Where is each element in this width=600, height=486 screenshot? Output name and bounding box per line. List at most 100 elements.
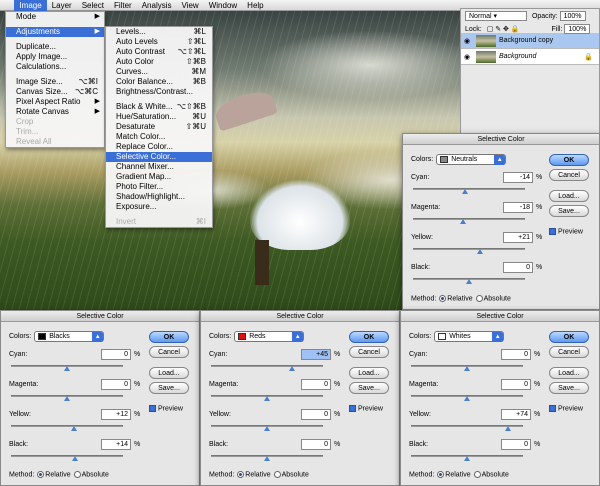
field-input[interactable]: +12 [101, 409, 131, 420]
field-input[interactable]: +74 [501, 409, 531, 420]
submenu-item-match-color[interactable]: Match Color... [106, 132, 212, 142]
submenu-item-brightness-contrast[interactable]: Brightness/Contrast... [106, 87, 212, 97]
load-button[interactable]: Load... [149, 367, 189, 379]
slider-knob[interactable] [464, 456, 470, 461]
absolute-radio[interactable] [73, 471, 81, 478]
preview-checkbox[interactable]: Preview [549, 405, 583, 412]
slider-knob[interactable] [464, 396, 470, 401]
field-input[interactable]: 0 [101, 349, 131, 360]
preview-checkbox[interactable]: Preview [549, 228, 583, 235]
submenu-item-black-white[interactable]: Black & White... ⌥⇧⌘B [106, 102, 212, 112]
submenu-item-gradient-map[interactable]: Gradient Map... [106, 172, 212, 182]
slider-track[interactable] [413, 248, 525, 250]
menu-item-pixel-aspect-ratio[interactable]: Pixel Aspect Ratio ▶ [6, 97, 104, 107]
submenu-item-selective-color[interactable]: Selective Color... [106, 152, 212, 162]
field-input[interactable]: +45 [301, 349, 331, 360]
menu-window[interactable]: Window [204, 0, 242, 11]
ok-button[interactable]: OK [349, 331, 389, 343]
menu-help[interactable]: Help [242, 0, 268, 11]
slider-track[interactable] [413, 218, 525, 220]
colors-dropdown[interactable]: Neutrals ▲ [436, 154, 507, 165]
colors-dropdown[interactable]: Whites ▲ [434, 331, 505, 342]
lock-icons[interactable]: ▢ ✎ ✥ 🔒 [487, 26, 520, 33]
slider-knob[interactable] [264, 396, 270, 401]
relative-radio[interactable] [37, 471, 45, 478]
field-input[interactable]: 0 [301, 379, 331, 390]
fill-input[interactable]: 100% [564, 24, 591, 34]
menu-item-canvas-size[interactable]: Canvas Size... ⌥⌘C [6, 87, 104, 97]
apple-icon[interactable] [0, 0, 14, 11]
ok-button[interactable]: OK [549, 331, 589, 343]
opacity-input[interactable]: 100% [559, 11, 586, 21]
slider-track[interactable] [11, 455, 123, 457]
load-button[interactable]: Load... [549, 367, 589, 379]
submenu-item-channel-mixer[interactable]: Channel Mixer... [106, 162, 212, 172]
preview-checkbox[interactable]: Preview [349, 405, 383, 412]
submenu-item-exposure[interactable]: Exposure... [106, 202, 212, 212]
slider-track[interactable] [413, 188, 525, 190]
cancel-button[interactable]: Cancel [549, 346, 589, 358]
submenu-item-auto-levels[interactable]: Auto Levels ⇧⌘L [106, 37, 212, 47]
blend-mode-select[interactable]: Normal ▾ [465, 11, 527, 21]
menu-filter[interactable]: Filter [109, 0, 137, 11]
slider-knob[interactable] [466, 279, 472, 284]
preview-checkbox[interactable]: Preview [149, 405, 183, 412]
menu-item-duplicate[interactable]: Duplicate... [6, 42, 104, 52]
field-input[interactable]: 0 [503, 262, 533, 273]
slider-knob[interactable] [264, 456, 270, 461]
slider-knob[interactable] [64, 396, 70, 401]
menu-item-image-size[interactable]: Image Size... ⌥⌘I [6, 77, 104, 87]
absolute-radio[interactable] [473, 471, 481, 478]
slider-knob[interactable] [460, 219, 467, 224]
load-button[interactable]: Load... [549, 190, 589, 202]
menu-select[interactable]: Select [77, 0, 109, 11]
load-button[interactable]: Load... [349, 367, 389, 379]
field-input[interactable]: +21 [503, 232, 533, 243]
slider-knob[interactable] [477, 249, 484, 254]
menu-image[interactable]: Image [14, 0, 47, 11]
menu-item-rotate-canvas[interactable]: Rotate Canvas ▶ [6, 107, 104, 117]
slider-track[interactable] [211, 365, 323, 367]
submenu-item-hue-saturation[interactable]: Hue/Saturation... ⌘U [106, 112, 212, 122]
field-input[interactable]: 0 [501, 379, 531, 390]
ok-button[interactable]: OK [549, 154, 589, 166]
menu-layer[interactable]: Layer [47, 0, 77, 11]
relative-radio[interactable] [439, 295, 447, 302]
submenu-item-auto-contrast[interactable]: Auto Contrast ⌥⇧⌘L [106, 47, 212, 57]
relative-radio[interactable] [237, 471, 245, 478]
menu-item-calculations[interactable]: Calculations... [6, 62, 104, 72]
submenu-item-color-balance[interactable]: Color Balance... ⌘B [106, 77, 212, 87]
ok-button[interactable]: OK [149, 331, 189, 343]
submenu-item-desaturate[interactable]: Desaturate ⇧⌘U [106, 122, 212, 132]
menu-item-adjustments[interactable]: Adjustments ▶ [6, 27, 104, 37]
save-button[interactable]: Save... [149, 382, 189, 394]
layer-row[interactable]: ◉ Background 🔒 [461, 49, 599, 65]
field-input[interactable]: -14 [503, 172, 533, 183]
field-input[interactable]: +14 [101, 439, 131, 450]
layer-row[interactable]: ◉ Background copy [461, 33, 599, 49]
menu-item-apply-image[interactable]: Apply Image... [6, 52, 104, 62]
field-input[interactable]: 0 [101, 379, 131, 390]
absolute-radio[interactable] [475, 295, 483, 302]
submenu-item-curves[interactable]: Curves... ⌘M [106, 67, 212, 77]
slider-knob[interactable] [64, 366, 70, 371]
slider-knob[interactable] [71, 456, 78, 461]
submenu-item-replace-color[interactable]: Replace Color... [106, 142, 212, 152]
submenu-item-shadow-highlight[interactable]: Shadow/Highlight... [106, 192, 212, 202]
cancel-button[interactable]: Cancel [549, 169, 589, 181]
slider-knob[interactable] [464, 366, 470, 371]
slider-knob[interactable] [70, 426, 77, 431]
save-button[interactable]: Save... [349, 382, 389, 394]
submenu-item-auto-color[interactable]: Auto Color ⇧⌘B [106, 57, 212, 67]
save-button[interactable]: Save... [549, 382, 589, 394]
submenu-item-levels[interactable]: Levels... ⌘L [106, 27, 212, 37]
field-input[interactable]: -18 [503, 202, 533, 213]
menu-analysis[interactable]: Analysis [137, 0, 177, 11]
colors-dropdown[interactable]: Reds ▲ [234, 331, 305, 342]
cancel-button[interactable]: Cancel [349, 346, 389, 358]
eye-icon[interactable]: ◉ [461, 53, 473, 61]
field-input[interactable]: 0 [501, 349, 531, 360]
relative-radio[interactable] [437, 471, 445, 478]
field-input[interactable]: 0 [301, 409, 331, 420]
cancel-button[interactable]: Cancel [149, 346, 189, 358]
